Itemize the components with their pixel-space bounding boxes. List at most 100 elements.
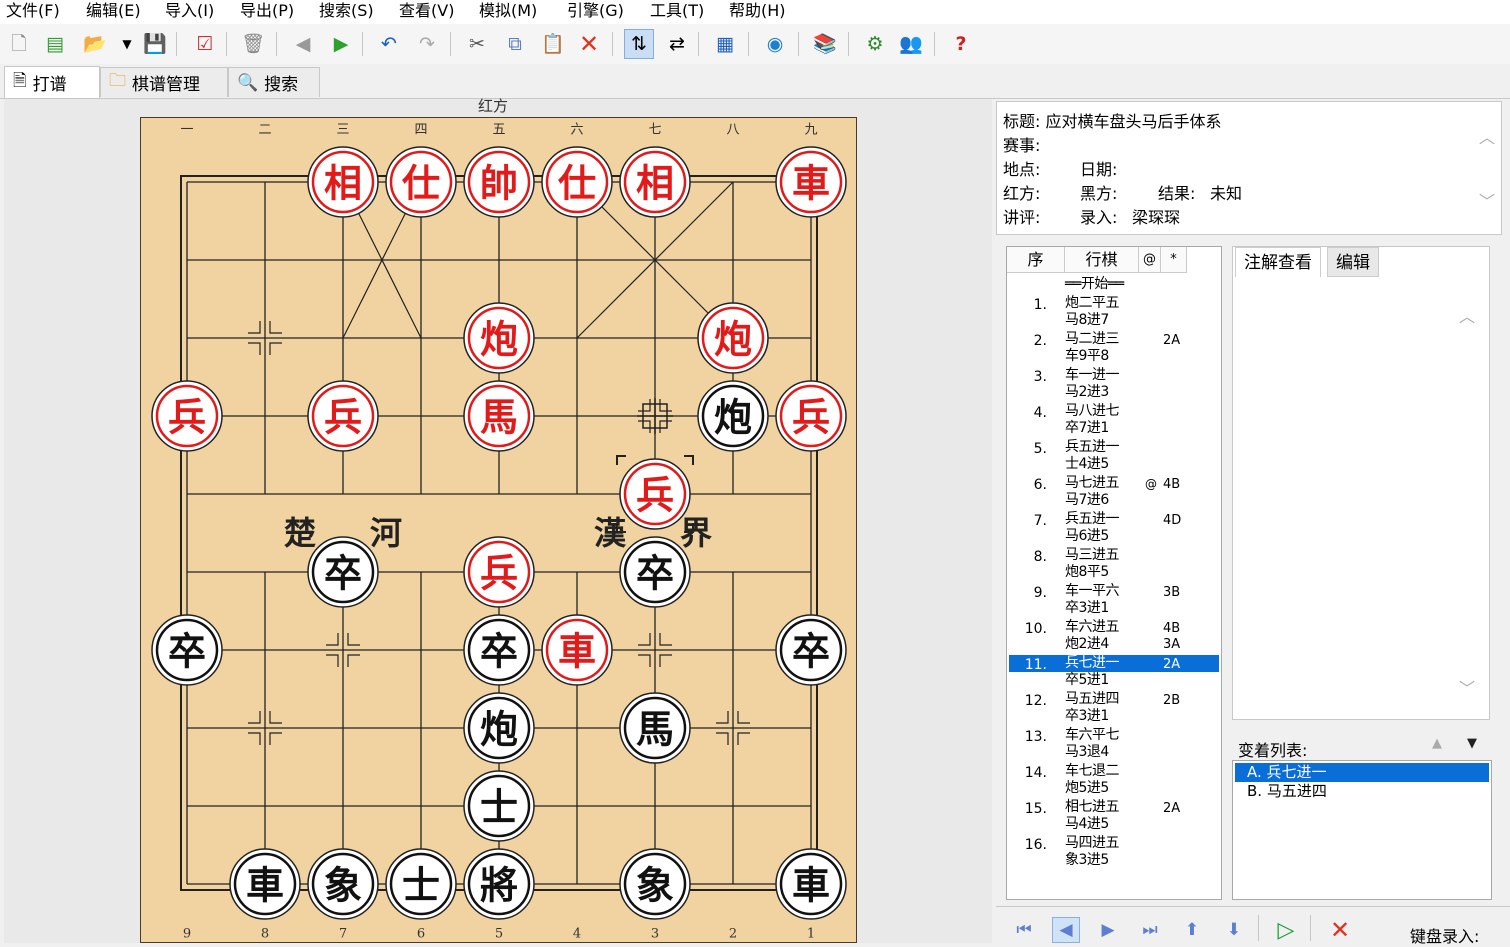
trash-icon[interactable]: 🗑 [238,29,268,59]
red-move[interactable]: 炮二平五 [1065,295,1120,312]
black-move[interactable]: 马7进6 [1065,492,1109,509]
checklist-icon[interactable]: ☑ [190,29,220,59]
black-move[interactable]: 马3退4 [1065,744,1109,761]
scroll-down-icon[interactable]: ﹀ [1479,188,1495,212]
menu-simulate[interactable]: 模拟(M) [479,0,537,24]
black-move[interactable]: 炮5进5 [1065,780,1109,797]
piece-char: 象 [636,863,674,908]
menu-edit[interactable]: 编辑(E) [86,0,141,24]
board-grid-icon[interactable]: ▦ [710,29,740,59]
list-icon[interactable]: ▤ [40,29,70,59]
forward-circle-icon[interactable]: ▶ [326,29,356,59]
red-move[interactable]: 兵五进一 [1065,511,1120,528]
red-move[interactable]: 车七退二 [1065,763,1120,780]
new-file-icon[interactable]: 🗋 [4,29,34,59]
black-move[interactable]: 马6进5 [1065,528,1109,545]
last-move-icon[interactable]: ⏭ [1136,917,1164,943]
black-move[interactable]: 马8进7 [1065,312,1109,329]
prev-variation-icon[interactable]: ⬆ [1178,917,1206,943]
scroll-down-icon[interactable]: ﹀ [1459,675,1475,699]
red-move[interactable]: 兵七进一 [1065,655,1120,672]
paste-icon[interactable]: 📋 [538,29,568,59]
prev-move-icon[interactable]: ◀ [1052,917,1080,943]
black-move[interactable]: 卒3进1 [1065,600,1109,617]
menu-help[interactable]: 帮助(H) [729,0,786,24]
delete-x-icon[interactable]: ✕ [574,29,604,59]
menu-engine[interactable]: 引擎(G) [567,0,624,24]
red-move[interactable]: 马二进三 [1065,331,1120,348]
red-move[interactable]: 马三进五 [1065,547,1120,564]
start-marker[interactable]: ══开始══ [1065,276,1124,293]
variation-down-icon[interactable]: ▼ [1467,736,1477,751]
piece-char: 將 [480,863,518,908]
menu-export[interactable]: 导出(P) [240,0,294,24]
play-icon[interactable]: ▷ [1272,917,1300,943]
col-at-header[interactable]: @ [1139,247,1161,273]
delete-move-icon[interactable]: ✕ [1326,916,1354,944]
toolbar: 🗋 ▤ 📂 ▼ 💾 ☑ 🗑 ◀ ▶ ↶ ↷ ✂ ⧉ 📋 ✕ ⇅ ⇄ ▦ ◉ 📚 … [0,24,1510,64]
red-move[interactable]: 马七进五 [1065,475,1120,492]
black-move[interactable]: 炮8平5 [1065,564,1109,581]
black-move[interactable]: 车9平8 [1065,348,1109,365]
black-move[interactable]: 马2进3 [1065,384,1109,401]
tab-game-manager[interactable]: 🗀 棋谱管理 [100,67,228,97]
tab-annotation-edit[interactable]: 编辑 [1327,247,1379,277]
open-folder-icon[interactable]: 📂 [80,29,110,59]
move-list[interactable]: 序 行棋 @ * ══开始══ 1. 炮二平五 马8进7 2. 马二进三 车9平8 2A 3.… [1006,246,1222,900]
tab-notation[interactable]: 🗎 打谱 [4,66,100,98]
red-move[interactable]: 车一进一 [1065,367,1120,384]
black-move[interactable]: 卒7进1 [1065,420,1109,437]
xiangqi-board[interactable]: 一二三四五六七八九9 8 7 6 5 4 3 2 1楚河漢界相仕帥仕相車炮 炮兵兵馬炮兵兵卒兵卒卒… [140,117,857,943]
copy-icon[interactable]: ⧉ [500,29,530,59]
menu-file[interactable]: 文件(F) [6,0,60,24]
col-number-header[interactable]: 序 [1007,247,1065,273]
black-move[interactable]: 卒3进1 [1065,708,1109,725]
swap-horizontal-icon[interactable]: ⇄ [662,29,692,59]
tab-annotation-view[interactable]: 注解查看 [1235,247,1321,277]
scroll-up-icon[interactable]: ︿ [1479,124,1495,148]
piece-char: 卒 [792,629,830,674]
black-move[interactable]: 象3进5 [1065,852,1109,869]
tab-search[interactable]: 🔍 搜索 [228,67,320,97]
redo-icon[interactable]: ↷ [412,29,442,59]
first-move-icon[interactable]: ⏮ [1010,917,1038,943]
scroll-up-icon[interactable]: ︿ [1459,303,1475,327]
flip-vertical-icon[interactable]: ⇅ [624,29,654,59]
black-move[interactable]: 卒5进1 [1065,672,1109,689]
red-move[interactable]: 车六平七 [1065,727,1120,744]
back-circle-icon[interactable]: ◀ [288,29,318,59]
col-move-header[interactable]: 行棋 [1065,247,1139,273]
variation-up-icon[interactable]: ▲ [1432,736,1442,751]
red-move[interactable]: 马八进七 [1065,403,1120,420]
menu-search[interactable]: 搜索(S) [319,0,374,24]
variation-item[interactable]: B. 马五进四 [1235,782,1489,801]
help-icon[interactable]: ? [946,29,976,59]
col-star-header[interactable]: * [1161,247,1187,273]
book-icon[interactable]: 📚 [810,29,840,59]
move-number: 8. [1033,549,1047,565]
red-move[interactable]: 相七进五 [1065,799,1120,816]
menu-tools[interactable]: 工具(T) [650,0,704,24]
red-move[interactable]: 马四进五 [1065,835,1120,852]
cut-icon[interactable]: ✂ [462,29,492,59]
red-move[interactable]: 兵五进一 [1065,439,1120,456]
menu-view[interactable]: 查看(V) [399,0,454,24]
file-number: 9 [183,927,191,942]
black-move[interactable]: 马4进5 [1065,816,1109,833]
next-move-icon[interactable]: ▶ [1094,917,1122,943]
engine-icon[interactable]: ⚙ [860,29,890,59]
users-icon[interactable]: 👥 [896,29,926,59]
variation-item[interactable]: A. 兵七进一 [1235,763,1489,782]
play-circle-icon[interactable]: ◉ [760,29,790,59]
black-move[interactable]: 士4进5 [1065,456,1109,473]
save-icon[interactable]: 💾 [140,29,170,59]
dropdown-arrow-icon[interactable]: ▼ [112,29,142,59]
variation-list[interactable]: A. 兵七进一 B. 马五进四 [1232,760,1492,900]
red-move[interactable]: 马五进四 [1065,691,1120,708]
next-variation-icon[interactable]: ⬇ [1220,917,1248,943]
red-move[interactable]: 车一平六 [1065,583,1120,600]
undo-icon[interactable]: ↶ [374,29,404,59]
black-move[interactable]: 炮2进4 [1065,636,1109,653]
menu-import[interactable]: 导入(I) [165,0,214,24]
red-move[interactable]: 车六进五 [1065,619,1120,636]
